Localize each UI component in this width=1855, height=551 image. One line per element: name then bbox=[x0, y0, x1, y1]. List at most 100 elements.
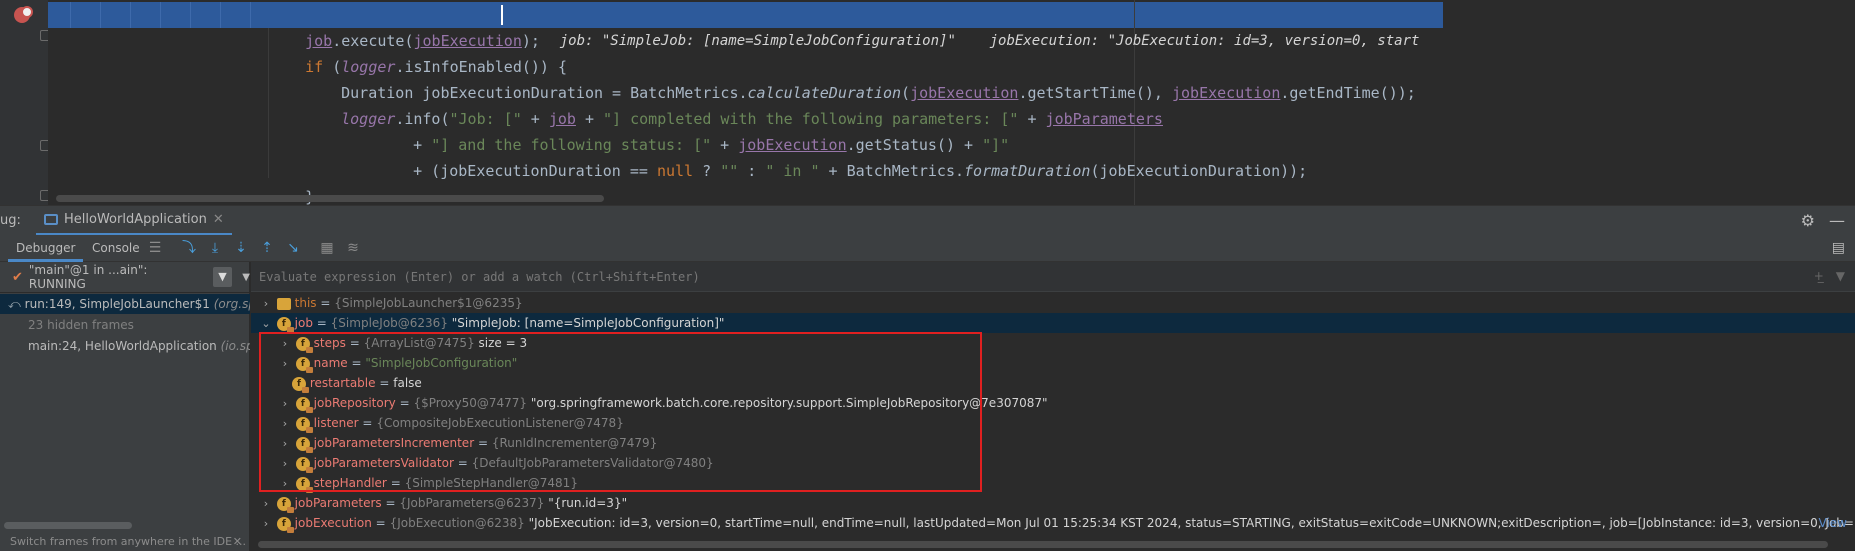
code-token: jobParameters bbox=[1045, 110, 1163, 128]
tab-console[interactable]: Console bbox=[84, 235, 148, 262]
close-icon[interactable]: ✕ bbox=[213, 212, 224, 227]
text-caret bbox=[501, 5, 503, 25]
variable-row[interactable]: › f jobParameters = {JobParameters@6237}… bbox=[251, 493, 1855, 513]
code-line[interactable]: + (jobExecutionDuration == null ? "" : "… bbox=[377, 132, 1307, 180]
code-line[interactable]: if (logger.isInfoEnabled()) { bbox=[269, 28, 567, 76]
variable-row[interactable]: ⌄ f job = {SimpleJob@6236} "SimpleJob: [… bbox=[251, 313, 1855, 333]
variable-type: {JobExecution@6238} bbox=[389, 516, 525, 530]
frame-row[interactable]: ⤺ run:149, SimpleJobLauncher$1 (org.spri… bbox=[0, 294, 250, 314]
variable-type: {$Proxy50@7477} bbox=[413, 396, 528, 410]
code-line[interactable]: Duration jobExecutionDuration = BatchMet… bbox=[305, 54, 1416, 102]
return-icon: ⤺ bbox=[8, 297, 21, 311]
variable-row[interactable]: › f stepHandler = {SimpleStepHandler@748… bbox=[251, 473, 1855, 493]
tab-debugger[interactable]: Debugger bbox=[8, 235, 84, 262]
chevron-down-icon[interactable]: ▼ bbox=[242, 272, 250, 283]
indent-guide bbox=[100, 2, 101, 28]
variable-row[interactable]: f restartable = false bbox=[251, 373, 1855, 393]
expand-arrow-icon[interactable]: › bbox=[278, 394, 292, 413]
frames-tip: Switch frames from anywhere in the IDE .… bbox=[10, 532, 250, 551]
expand-arrow-icon[interactable]: › bbox=[259, 514, 273, 533]
variable-type: {SimpleJobLauncher$1@6235} bbox=[334, 296, 523, 310]
variable-row[interactable]: › this = {SimpleJobLauncher$1@6235} bbox=[251, 293, 1855, 313]
editor-horizontal-scrollbar[interactable] bbox=[56, 195, 604, 202]
code-token: + bbox=[1018, 110, 1046, 128]
evaluate-expression-input[interactable] bbox=[259, 267, 1799, 287]
indent-guide bbox=[160, 2, 161, 28]
run-configuration-tab[interactable]: HelloWorldApplication ✕ bbox=[36, 206, 232, 236]
variable-type: {ArrayList@7475} bbox=[363, 336, 475, 350]
application-icon bbox=[44, 214, 58, 225]
run-to-cursor-icon[interactable]: ↘ bbox=[284, 239, 302, 257]
variable-row[interactable]: › f name = "SimpleJobConfiguration" bbox=[251, 353, 1855, 373]
field-icon: f bbox=[295, 416, 313, 433]
object-icon bbox=[276, 297, 291, 310]
variables-panel: +̲ ▼ › this = {SimpleJobLauncher$1@6235}… bbox=[251, 262, 1855, 551]
view-link[interactable]: View bbox=[1819, 513, 1847, 533]
code-editor[interactable]: job.execute(jobExecution); job: "SimpleJ… bbox=[0, 0, 1855, 205]
variable-row[interactable]: › f steps = {ArrayList@7475} size = 3 bbox=[251, 333, 1855, 353]
evaluate-expression-icon[interactable]: ▦ bbox=[318, 239, 336, 257]
code-token: : bbox=[738, 162, 766, 180]
editor-right-fill bbox=[1443, 0, 1855, 205]
expand-arrow-icon[interactable]: › bbox=[278, 454, 292, 473]
tool-window-title: ug: bbox=[0, 213, 21, 228]
frame-row[interactable]: main:24, HelloWorldApplication (io.sprin bbox=[0, 336, 250, 356]
tool-window-actions: ⚙ — bbox=[1801, 211, 1845, 230]
expand-arrow-icon[interactable]: › bbox=[259, 494, 273, 513]
expand-arrow-icon[interactable]: › bbox=[278, 434, 292, 453]
variable-type: {SimpleJob@6236} bbox=[330, 316, 448, 330]
expand-arrow-icon[interactable]: › bbox=[259, 294, 273, 313]
filter-icon[interactable]: ▼ bbox=[212, 267, 233, 287]
show-execution-point-icon[interactable]: ⤵ bbox=[180, 239, 198, 257]
evaluate-bar: +̲ ▼ bbox=[251, 262, 1855, 292]
variable-row[interactable]: › f jobParametersIncrementer = {RunIdInc… bbox=[251, 433, 1855, 453]
step-over-icon[interactable]: ⤓ bbox=[206, 239, 224, 257]
expand-arrow-icon[interactable]: › bbox=[278, 474, 292, 493]
code-token: formatDuration bbox=[964, 162, 1091, 180]
field-icon: f bbox=[276, 316, 294, 333]
variable-row[interactable]: › f jobParametersValidator = {DefaultJob… bbox=[251, 453, 1855, 473]
frame-location: run:149, SimpleJobLauncher$1 bbox=[24, 297, 210, 311]
variable-value: size = 3 bbox=[478, 336, 528, 350]
expand-arrow-icon[interactable]: › bbox=[278, 354, 292, 373]
close-icon[interactable]: ✕ bbox=[233, 532, 242, 551]
step-out-icon[interactable]: ⇡ bbox=[258, 239, 276, 257]
code-token: jobExecution bbox=[1171, 84, 1281, 102]
variable-name: jobParametersIncrementer bbox=[313, 436, 475, 450]
field-icon: f bbox=[292, 376, 309, 393]
add-watch-icon[interactable]: +̲ bbox=[1814, 269, 1824, 283]
trace-icon[interactable]: ≋ bbox=[344, 239, 362, 257]
chevron-down-icon[interactable]: ▼ bbox=[1836, 269, 1845, 283]
code-line[interactable]: job.execute(jobExecution); bbox=[269, 2, 540, 50]
code-token: null bbox=[656, 162, 694, 180]
expand-arrow-icon[interactable]: › bbox=[278, 334, 292, 353]
variables-horizontal-scrollbar[interactable] bbox=[258, 541, 1828, 548]
step-into-icon[interactable]: ⇣ bbox=[232, 239, 250, 257]
code-line[interactable]: } bbox=[269, 158, 314, 205]
thread-label: "main"@1 in ...ain": RUNNING bbox=[28, 263, 148, 291]
code-line[interactable]: logger.info("Job: [" + job + "] complete… bbox=[305, 80, 1163, 128]
field-icon: f bbox=[295, 456, 313, 473]
frame-package: (io.sprin bbox=[220, 339, 250, 353]
variable-name: jobParametersValidator bbox=[313, 456, 454, 470]
minimize-icon[interactable]: — bbox=[1829, 211, 1845, 230]
variable-row[interactable]: › f listener = {CompositeJobExecutionLis… bbox=[251, 413, 1855, 433]
layout-icon[interactable]: ▤ bbox=[1832, 240, 1845, 256]
frames-horizontal-scrollbar[interactable] bbox=[4, 522, 132, 529]
code-line[interactable]: + "] and the following status: [" + jobE… bbox=[377, 106, 1009, 154]
expand-arrow-icon[interactable]: › bbox=[278, 414, 292, 433]
variable-row[interactable]: › f jobRepository = {$Proxy50@7477} "org… bbox=[251, 393, 1855, 413]
editor-gutter[interactable] bbox=[0, 0, 51, 205]
hidden-frames-row[interactable]: 23 hidden frames bbox=[0, 315, 250, 335]
collapse-arrow-icon[interactable]: ⌄ bbox=[259, 314, 273, 333]
variable-name: jobExecution bbox=[294, 516, 372, 530]
gear-icon[interactable]: ⚙ bbox=[1801, 211, 1815, 230]
menu-icon[interactable]: ☰ bbox=[146, 239, 164, 257]
variable-value: false bbox=[393, 376, 422, 390]
variable-type: {JobParameters@6237} bbox=[399, 496, 545, 510]
thread-selector[interactable]: ✔ "main"@1 in ...ain": RUNNING ▼ ▼ bbox=[0, 262, 250, 292]
variable-row[interactable]: › f jobExecution = {JobExecution@6238} "… bbox=[251, 513, 1855, 533]
hidden-frames-label: 23 hidden frames bbox=[28, 318, 134, 332]
field-icon: f bbox=[295, 336, 313, 353]
breakpoint-icon[interactable] bbox=[14, 6, 33, 23]
